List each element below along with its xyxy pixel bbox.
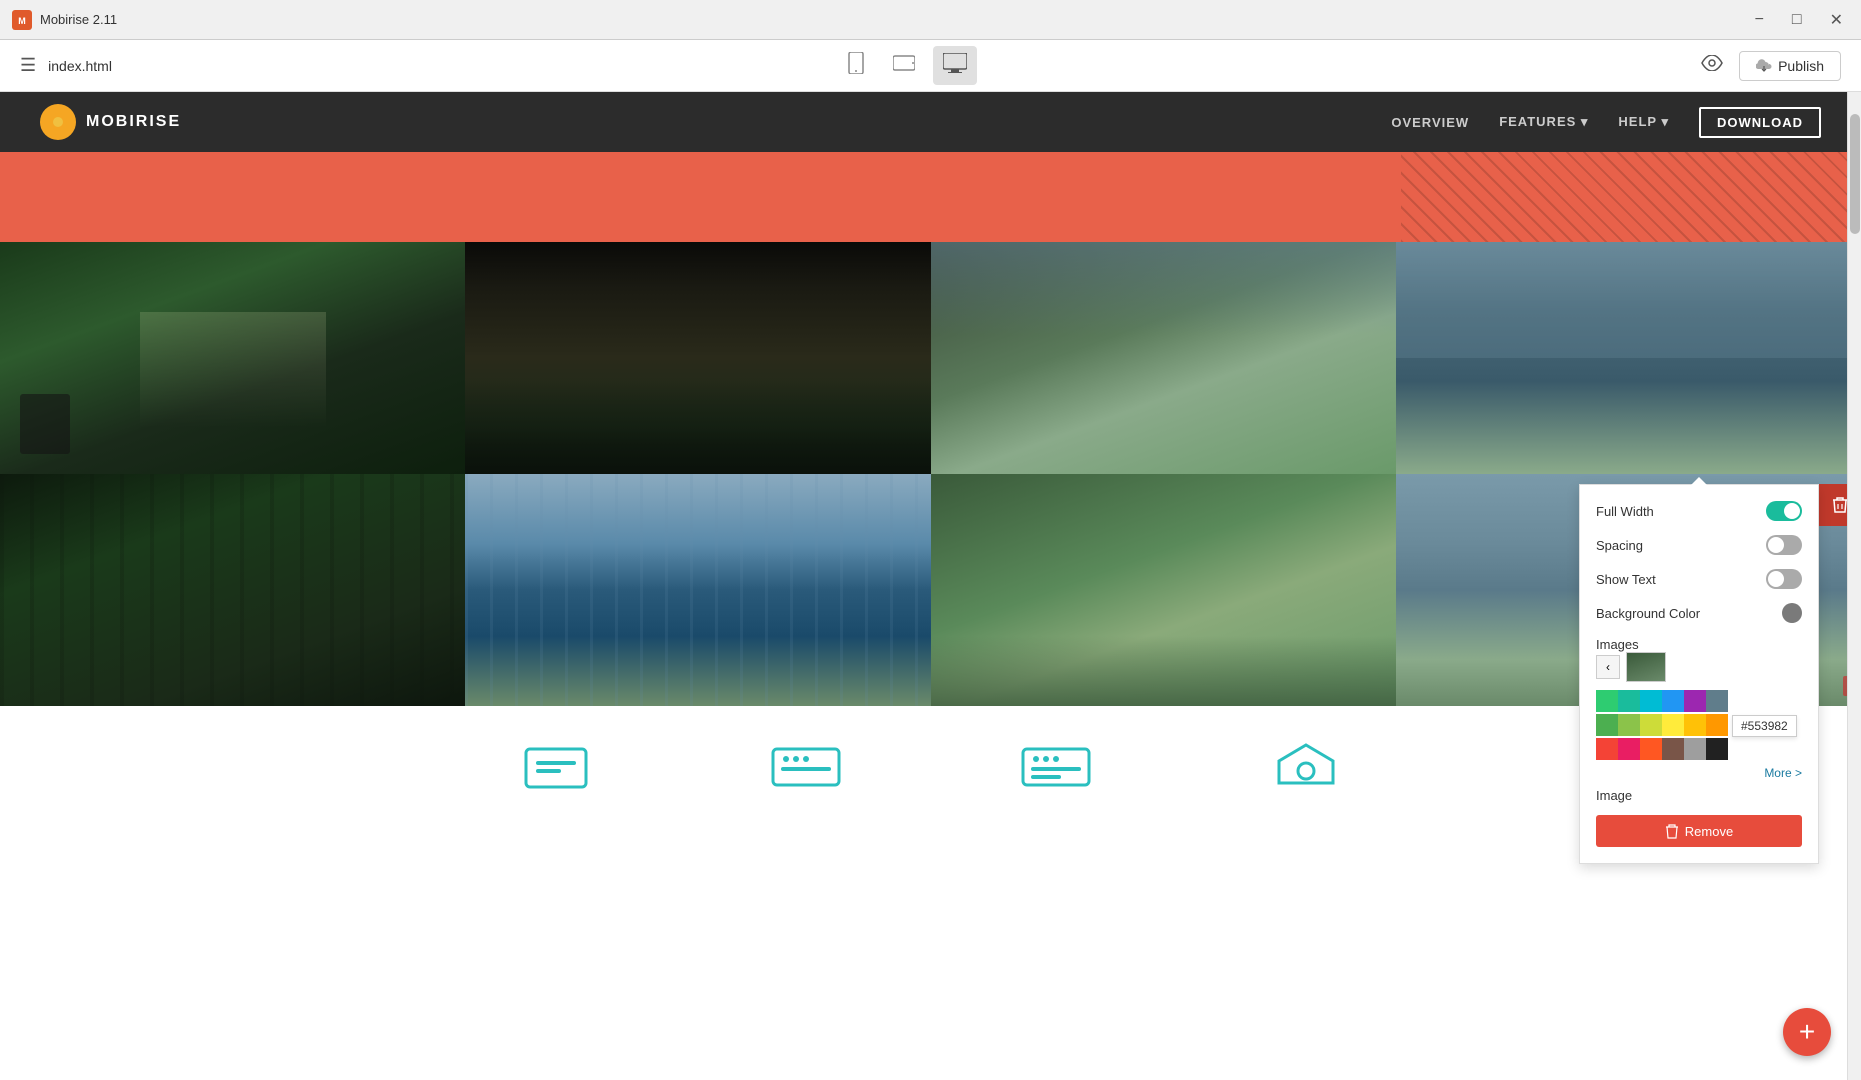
settings-panel: Full Width Spacing Show Text xyxy=(1579,484,1819,864)
toolbar-left: ☰ index.html xyxy=(20,55,112,76)
color-row-1 xyxy=(1596,690,1728,712)
scrollbar-track xyxy=(1847,92,1861,1080)
tablet-view-button[interactable] xyxy=(883,46,925,85)
gallery-section: Full Width Spacing Show Text xyxy=(0,242,1861,706)
scrollbar-thumb[interactable] xyxy=(1850,114,1860,234)
bottom-icon-2 xyxy=(771,741,841,801)
file-name: index.html xyxy=(48,58,112,74)
color-lime-green[interactable] xyxy=(1618,714,1640,736)
color-amber[interactable] xyxy=(1684,714,1706,736)
gallery-item-4 xyxy=(1396,242,1861,474)
app-logo: M xyxy=(12,10,32,30)
color-palette: #553982 xyxy=(1596,690,1802,762)
bottom-icon-3 xyxy=(1021,741,1091,801)
close-button[interactable]: ✕ xyxy=(1824,8,1849,32)
bg-color-setting: Background Color xyxy=(1596,603,1802,623)
app-title: Mobirise 2.11 xyxy=(40,12,117,27)
gallery-item-2 xyxy=(465,242,930,474)
remove-button[interactable]: Remove xyxy=(1596,815,1802,847)
images-preview: ‹ xyxy=(1596,652,1802,682)
desktop-view-button[interactable] xyxy=(933,46,977,85)
site-navbar: MOBIRISE OVERVIEW FEATURES ▾ HELP ▾ DOWN… xyxy=(0,92,1861,152)
logo-icon xyxy=(40,104,76,140)
color-hex-display: #553982 xyxy=(1732,715,1797,737)
color-teal[interactable] xyxy=(1618,690,1640,712)
color-blue-grey[interactable] xyxy=(1706,690,1728,712)
bottom-icon-1 xyxy=(521,741,591,801)
device-selector xyxy=(837,46,977,85)
toggle-knob-2 xyxy=(1768,537,1784,553)
hero-section xyxy=(0,152,1861,242)
nav-download[interactable]: DOWNLOAD xyxy=(1699,107,1821,138)
full-width-toggle[interactable] xyxy=(1766,501,1802,521)
spacing-toggle[interactable] xyxy=(1766,535,1802,555)
site-logo: MOBIRISE xyxy=(40,104,181,140)
show-text-label: Show Text xyxy=(1596,572,1656,587)
color-row-3 xyxy=(1596,738,1728,760)
color-light-green[interactable] xyxy=(1596,714,1618,736)
cloud-icon xyxy=(1756,59,1772,73)
bg-color-swatch[interactable] xyxy=(1782,603,1802,623)
show-text-toggle[interactable] xyxy=(1766,569,1802,589)
publish-button[interactable]: Publish xyxy=(1739,51,1841,81)
nav-overview[interactable]: OVERVIEW xyxy=(1391,115,1469,130)
gallery-item-7 xyxy=(931,474,1396,706)
color-blue[interactable] xyxy=(1662,690,1684,712)
show-text-setting: Show Text xyxy=(1596,569,1802,589)
maximize-button[interactable]: □ xyxy=(1786,8,1808,32)
settings-panel-arrow xyxy=(1691,477,1707,485)
images-label: Images xyxy=(1596,637,1802,652)
hero-diagonal-pattern xyxy=(1401,152,1861,242)
color-red[interactable] xyxy=(1596,738,1618,760)
color-purple[interactable] xyxy=(1684,690,1706,712)
toggle-knob-3 xyxy=(1768,571,1784,587)
image-thumbnail xyxy=(1626,652,1666,682)
color-row-2 xyxy=(1596,714,1728,736)
publish-label: Publish xyxy=(1778,58,1824,74)
full-width-setting: Full Width xyxy=(1596,501,1802,521)
svg-text:M: M xyxy=(18,16,26,26)
add-section-button[interactable]: + xyxy=(1783,1008,1831,1056)
gallery-item-5 xyxy=(0,474,465,706)
minimize-button[interactable]: − xyxy=(1749,8,1770,32)
nav-help[interactable]: HELP ▾ xyxy=(1618,114,1669,130)
trash-icon xyxy=(1665,823,1679,839)
bg-color-label: Background Color xyxy=(1596,606,1700,621)
toggle-knob xyxy=(1784,503,1800,519)
main-toolbar: ☰ index.html Publish xyxy=(0,40,1861,92)
color-deep-orange[interactable] xyxy=(1640,738,1662,760)
images-prev-button[interactable]: ‹ xyxy=(1596,655,1620,679)
color-lime[interactable] xyxy=(1640,714,1662,736)
color-yellow[interactable] xyxy=(1662,714,1684,736)
remove-label: Remove xyxy=(1685,824,1733,839)
color-pink[interactable] xyxy=(1618,738,1640,760)
full-width-label: Full Width xyxy=(1596,504,1654,519)
toolbar-right: Publish xyxy=(1701,51,1841,81)
spacing-setting: Spacing xyxy=(1596,535,1802,555)
gallery-item-3 xyxy=(931,242,1396,474)
spacing-label: Spacing xyxy=(1596,538,1643,553)
gallery-item-6 xyxy=(465,474,930,706)
site-nav-links: OVERVIEW FEATURES ▾ HELP ▾ DOWNLOAD xyxy=(1391,107,1821,138)
titlebar-left: M Mobirise 2.11 xyxy=(12,10,117,30)
mobile-view-button[interactable] xyxy=(837,46,875,85)
nav-features[interactable]: FEATURES ▾ xyxy=(1499,114,1588,130)
color-cyan[interactable] xyxy=(1640,690,1662,712)
hamburger-button[interactable]: ☰ xyxy=(20,55,36,76)
more-colors-link[interactable]: More > xyxy=(1596,766,1802,780)
website-preview: MOBIRISE OVERVIEW FEATURES ▾ HELP ▾ DOWN… xyxy=(0,92,1861,1080)
images-section: Images ‹ xyxy=(1596,637,1802,682)
image-label: Image xyxy=(1596,788,1802,803)
site-logo-text: MOBIRISE xyxy=(86,113,181,131)
titlebar: M Mobirise 2.11 − □ ✕ xyxy=(0,0,1861,40)
color-orange[interactable] xyxy=(1706,714,1728,736)
bottom-icon-4 xyxy=(1271,741,1341,801)
color-green[interactable] xyxy=(1596,690,1618,712)
color-grey[interactable] xyxy=(1684,738,1706,760)
window-controls: − □ ✕ xyxy=(1749,8,1849,32)
color-brown[interactable] xyxy=(1662,738,1684,760)
preview-button[interactable] xyxy=(1701,54,1723,77)
color-black[interactable] xyxy=(1706,738,1728,760)
gallery-item-1 xyxy=(0,242,465,474)
